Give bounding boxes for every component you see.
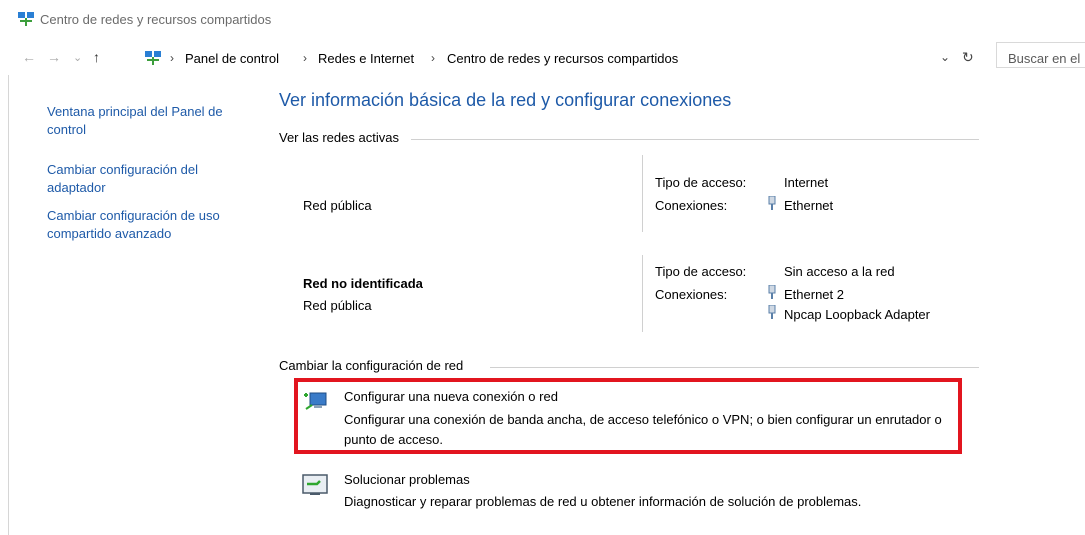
breadcrumb-redes-e-internet[interactable]: Redes e Internet: [318, 51, 414, 66]
breadcrumb-centro-de-redes[interactable]: Centro de redes y recursos compartidos: [447, 51, 678, 66]
breadcrumb-separator: ›: [431, 51, 435, 65]
window-title: Centro de redes y recursos compartidos: [40, 12, 272, 27]
section-divider: [411, 139, 979, 140]
ethernet-icon: [768, 285, 776, 299]
network-center-icon: [145, 51, 161, 65]
task-link-troubleshoot[interactable]: Solucionar problemas: [344, 472, 470, 487]
breadcrumb-separator: ›: [170, 51, 174, 65]
search-placeholder: Buscar en el: [1008, 51, 1081, 66]
connection-link-npcap-loopback[interactable]: Npcap Loopback Adapter: [784, 307, 930, 322]
network-category: Red pública: [303, 298, 372, 313]
refresh-button[interactable]: ↻: [962, 49, 974, 66]
sidebar-item-control-panel-home[interactable]: Ventana principal del Panel de control: [47, 103, 247, 139]
recent-locations-button[interactable]: ⌄: [73, 51, 82, 64]
task-description: Diagnosticar y reparar problemas de red …: [344, 494, 862, 509]
access-type-value: Internet: [784, 175, 829, 190]
connections-label: Conexiones:: [655, 287, 728, 302]
connection-link-ethernet[interactable]: Ethernet: [784, 198, 833, 213]
network-center-icon: [18, 12, 34, 26]
access-type-value: Sin acceso a la red: [784, 264, 895, 279]
ethernet-icon: [768, 196, 776, 210]
breadcrumb-separator: ›: [303, 51, 307, 65]
active-networks-label: Ver las redes activas: [279, 130, 399, 145]
change-settings-label: Cambiar la configuración de red: [279, 358, 464, 373]
highlight-annotation: [294, 378, 962, 454]
network-name: Red no identificada: [303, 276, 423, 291]
page-title: Ver información básica de la red y confi…: [279, 90, 732, 110]
address-dropdown-button[interactable]: ⌄: [940, 50, 950, 64]
network-category: Red pública: [303, 198, 372, 213]
forward-button[interactable]: →: [47, 49, 61, 65]
section-divider: [490, 367, 979, 368]
back-button[interactable]: ←: [22, 49, 36, 65]
ethernet-icon: [768, 305, 776, 319]
troubleshoot-icon: [302, 474, 328, 495]
access-type-label: Tipo de acceso:: [655, 175, 747, 190]
title-bar: Centro de redes y recursos compartidos: [0, 0, 1085, 38]
connection-link-ethernet-2[interactable]: Ethernet 2: [784, 287, 844, 302]
connections-label: Conexiones:: [655, 198, 728, 213]
access-type-label: Tipo de acceso:: [655, 264, 747, 279]
up-button[interactable]: ↑: [93, 49, 100, 65]
sidebar-item-change-adapter-settings[interactable]: Cambiar configuración del adaptador: [47, 161, 247, 197]
network-divider: [642, 255, 643, 332]
sidebar-item-advanced-sharing-settings[interactable]: Cambiar configuración de uso compartido …: [47, 207, 247, 243]
network-divider: [642, 155, 643, 232]
breadcrumb-panel-de-control[interactable]: Panel de control: [185, 51, 279, 66]
window-border: [8, 75, 9, 535]
